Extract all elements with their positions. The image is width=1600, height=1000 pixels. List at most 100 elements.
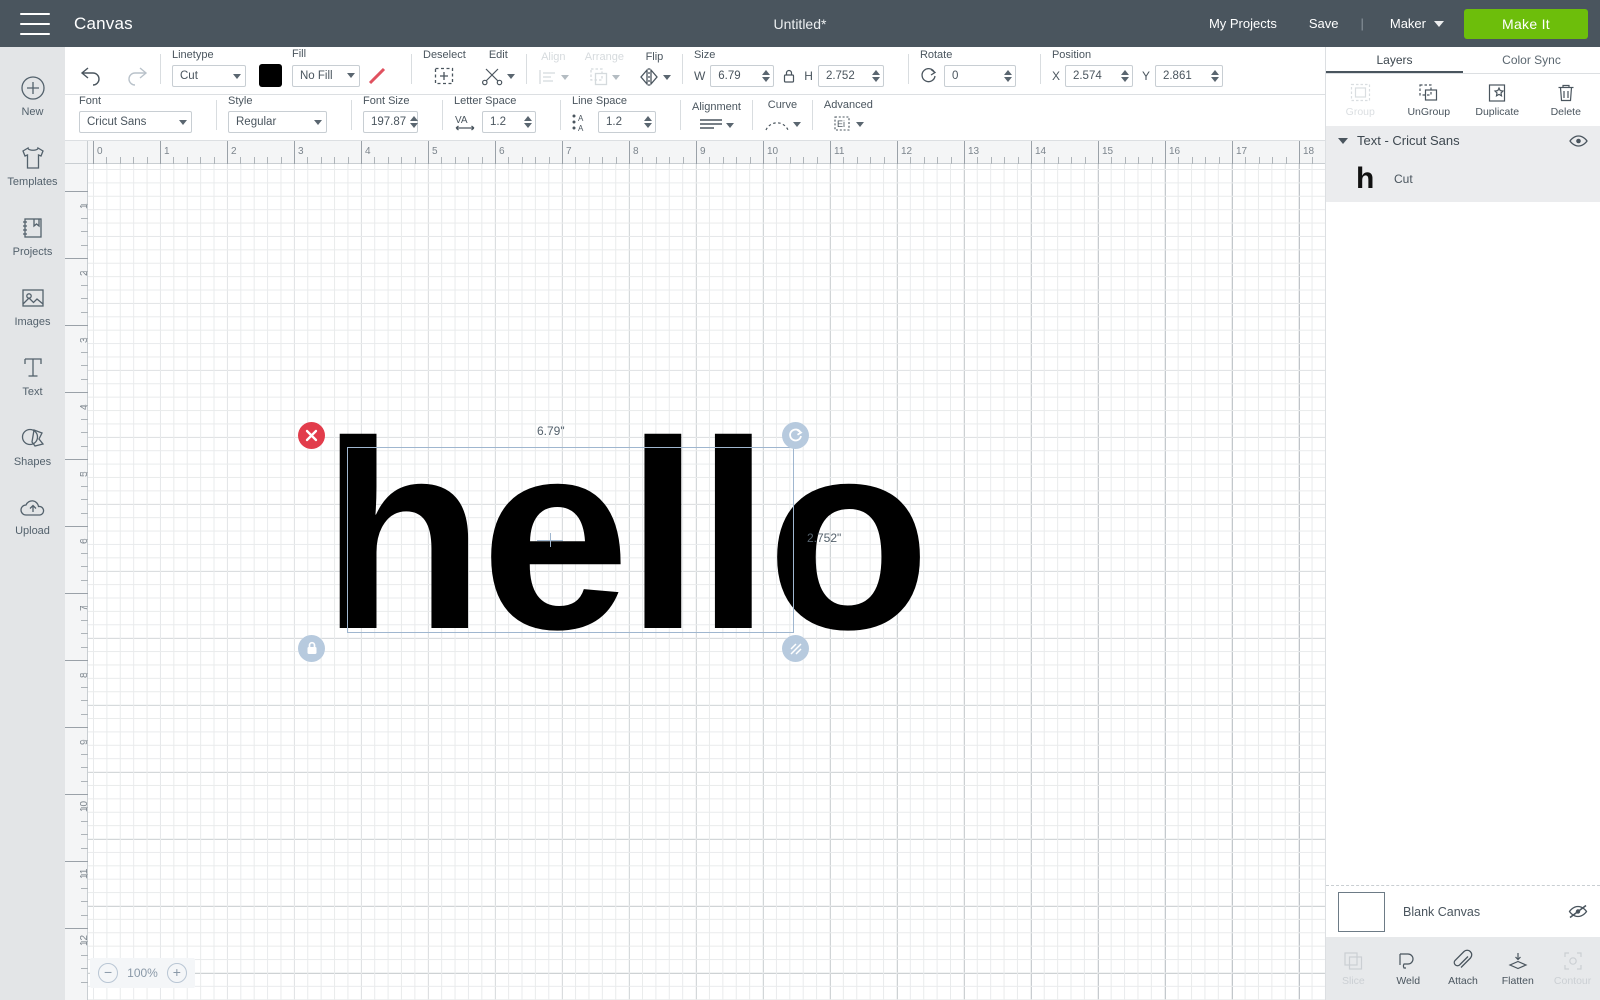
tab-layers[interactable]: Layers [1326, 47, 1463, 73]
canvas-row-label: Blank Canvas [1403, 904, 1481, 919]
alignment-button[interactable]: Alignment [692, 101, 741, 133]
zoom-out-button[interactable]: − [98, 963, 119, 983]
panel-tabs: Layers Color Sync [1326, 47, 1600, 74]
contour-button[interactable]: Contour [1545, 937, 1600, 1000]
ruler-minor-tick [1071, 157, 1073, 164]
ruler-minor-tick [81, 365, 88, 367]
ruler-tick [1232, 141, 1233, 164]
height-stepper[interactable] [871, 70, 880, 82]
my-projects-link[interactable]: My Projects [1209, 16, 1277, 31]
fill-select[interactable]: No Fill [292, 64, 360, 87]
blank-canvas-row[interactable]: Blank Canvas [1326, 885, 1600, 937]
duplicate-button[interactable]: Duplicate [1463, 74, 1532, 126]
align-icon [539, 70, 555, 84]
ruler-tick [65, 727, 88, 728]
plus-circle-icon [20, 75, 45, 100]
right-panel: Layers Color Sync Group UnGroup Duplicat… [1325, 47, 1600, 1000]
rail-item-text[interactable]: Text [0, 341, 65, 411]
align-button[interactable]: Align [538, 51, 569, 87]
rail-item-new[interactable]: New [0, 61, 65, 131]
y-stepper[interactable] [1210, 70, 1219, 82]
advanced-button[interactable]: Advanced Ei [824, 99, 873, 133]
font-size-stepper[interactable] [410, 116, 419, 128]
font-select[interactable]: Cricut Sans [79, 111, 192, 133]
ruler-minor-tick [508, 157, 510, 164]
redo-icon[interactable] [123, 64, 149, 86]
chevron-down-icon[interactable] [1338, 137, 1348, 144]
arrange-button[interactable]: Arrange [585, 51, 624, 87]
zoom-in-button[interactable]: + [166, 963, 187, 983]
eye-off-icon[interactable] [1568, 904, 1588, 919]
attach-button[interactable]: Attach [1436, 937, 1491, 1000]
eye-icon[interactable] [1569, 134, 1588, 148]
layer-row[interactable]: h Cut [1326, 155, 1600, 202]
layer-group-header[interactable]: Text - Cricut Sans [1326, 126, 1600, 155]
ruler-minor-tick [749, 157, 751, 164]
hamburger-icon[interactable] [20, 12, 50, 35]
ruler-minor-tick [81, 217, 88, 219]
ruler-label: 12 [901, 146, 913, 157]
ruler-minor-tick [1111, 157, 1113, 164]
width-value: 6.79 [718, 70, 741, 82]
rotate-input[interactable]: 0 [943, 65, 1016, 87]
slice-button[interactable]: Slice [1326, 937, 1381, 1000]
no-fill-slash-icon[interactable] [367, 65, 387, 87]
layer-group: Text - Cricut Sans h Cut [1326, 126, 1600, 202]
machine-selector[interactable]: Maker [1390, 16, 1426, 31]
rail-item-projects[interactable]: Projects [0, 201, 65, 271]
rotate-stepper[interactable] [1003, 70, 1012, 82]
line-space-stepper[interactable] [644, 116, 652, 128]
width-stepper[interactable] [762, 70, 771, 82]
ungroup-button[interactable]: UnGroup [1395, 74, 1464, 126]
resize-handle-button[interactable] [782, 635, 809, 662]
delete-handle-button[interactable] [298, 422, 325, 449]
selection-height-label: 2.752" [807, 531, 842, 545]
rotate-field: Rotate 0 [920, 49, 1016, 87]
align-caption: Align [541, 51, 566, 63]
rail-item-images[interactable]: Images [0, 271, 65, 341]
flip-button[interactable]: Flip [638, 51, 671, 87]
style-select[interactable]: Regular [228, 111, 327, 133]
rail-item-upload[interactable]: Upload [0, 481, 65, 551]
x-stepper[interactable] [1120, 70, 1129, 82]
chevron-down-icon [792, 121, 801, 127]
chevron-down-icon[interactable] [1434, 20, 1444, 27]
curve-button[interactable]: Curve [764, 99, 801, 133]
make-it-button[interactable]: Make It [1464, 8, 1588, 39]
aspect-lock-button[interactable] [776, 69, 802, 84]
ruler-minor-tick [81, 646, 88, 648]
ruler-minor-tick [81, 700, 88, 702]
weld-button[interactable]: Weld [1381, 937, 1436, 1000]
ruler-minor-tick [81, 499, 88, 501]
flatten-button[interactable]: Flatten [1490, 937, 1545, 1000]
edit-button[interactable]: Edit [481, 49, 515, 87]
save-button[interactable]: Save [1309, 16, 1339, 31]
height-input[interactable]: 2.752 [817, 65, 884, 87]
font-size-input[interactable]: 197.87 [363, 111, 419, 133]
rail-item-shapes[interactable]: Shapes [0, 411, 65, 481]
group-button[interactable]: Group [1326, 74, 1395, 126]
tab-color-sync[interactable]: Color Sync [1463, 47, 1600, 73]
lock-handle-button[interactable] [298, 635, 325, 662]
canvas-stage[interactable]: hello 6.79" 2.752" 01234 5 6 7 8 9 10 11… [65, 141, 1325, 1000]
x-input[interactable]: 2.574 [1064, 65, 1133, 87]
y-input[interactable]: 2.861 [1154, 65, 1223, 87]
ruler-minor-tick [186, 157, 188, 164]
width-input[interactable]: 6.79 [710, 65, 775, 87]
linetype-color-swatch[interactable] [259, 64, 282, 87]
ruler-minor-tick [334, 157, 336, 164]
line-space-input[interactable]: 1.2 [598, 111, 656, 133]
selection-width-label: 6.79" [537, 424, 565, 438]
letter-space-stepper[interactable] [524, 116, 532, 128]
ruler-label: 9 [700, 146, 706, 157]
group-label: Group [1345, 105, 1375, 118]
delete-button[interactable]: Delete [1532, 74, 1600, 126]
undo-icon[interactable] [79, 64, 105, 86]
letter-space-input[interactable]: 1.2 [482, 111, 536, 133]
linetype-select[interactable]: Cut [172, 65, 246, 87]
deselect-button[interactable]: Deselect [423, 49, 466, 87]
rail-item-templates[interactable]: Templates [0, 131, 65, 201]
rotate-handle-button[interactable] [782, 422, 809, 449]
rotate-icon[interactable] [920, 67, 938, 85]
slice-icon [1344, 951, 1362, 970]
